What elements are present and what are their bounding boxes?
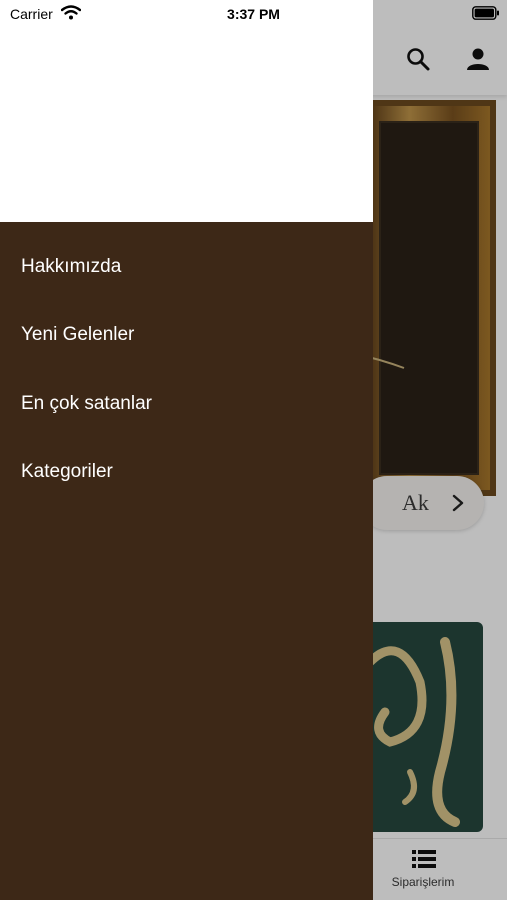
navigation-drawer: Hakkımızda Yeni Gelenler En çok satanlar… bbox=[0, 0, 373, 900]
drawer-item-about[interactable]: Hakkımızda bbox=[21, 256, 121, 278]
clock: 3:37 PM bbox=[227, 6, 280, 22]
drawer-item-categories[interactable]: Kategoriler bbox=[21, 461, 113, 483]
drawer-item-best-sellers[interactable]: En çok satanlar bbox=[21, 393, 152, 415]
status-bar: Carrier 3:37 PM bbox=[0, 0, 507, 28]
drawer-item-new-arrivals[interactable]: Yeni Gelenler bbox=[21, 324, 134, 346]
battery-icon bbox=[472, 6, 499, 20]
drawer-header bbox=[0, 0, 373, 222]
